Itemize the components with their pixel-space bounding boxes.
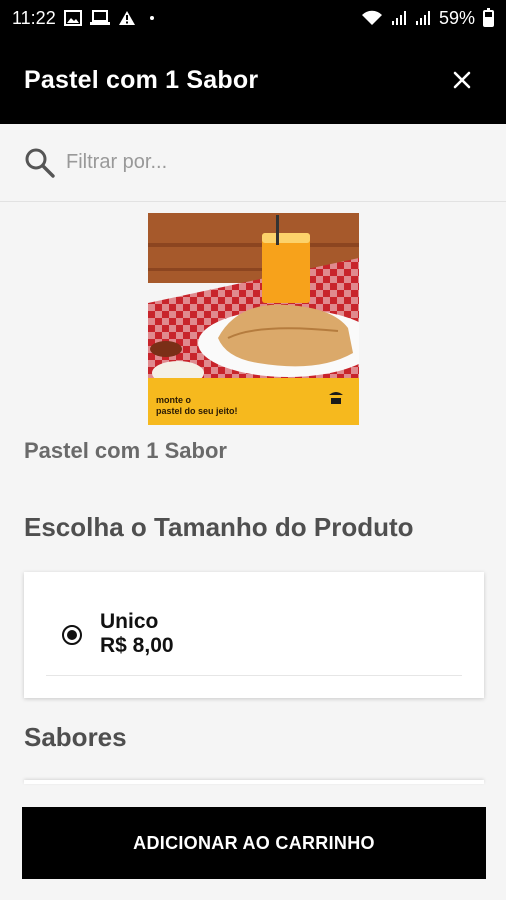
status-left: 11:22 (12, 8, 154, 29)
size-option-radio[interactable] (62, 625, 82, 645)
warning-icon (118, 10, 136, 26)
add-to-cart-button[interactable]: ADICIONAR AO CARRINHO (22, 807, 486, 879)
signal-icon (391, 10, 407, 26)
status-time: 11:22 (12, 7, 56, 28)
image-caption-line2: pastel do seu jeito! (156, 406, 238, 416)
notification-dot-icon (149, 16, 154, 20)
size-option-price: R$ 8,00 (100, 634, 174, 657)
battery-icon (483, 7, 494, 27)
size-section-title: Escolha o Tamanho do Produto (24, 512, 414, 542)
image-caption-line1: monte o (156, 395, 191, 405)
image-caption: monte o pastel do seu jeito! (156, 395, 238, 417)
search-input[interactable] (66, 151, 466, 174)
product-image: monte o pastel do seu jeito! (148, 213, 359, 425)
product-name: Pastel com 1 Sabor (24, 438, 227, 463)
size-option-name[interactable]: Unico (100, 610, 158, 634)
close-icon (453, 71, 471, 89)
size-option-card: Unico R$ 8,00 (24, 572, 484, 698)
page-title: Pastel com 1 Sabor (24, 65, 259, 94)
wifi-icon (361, 10, 383, 26)
search-icon (25, 148, 55, 178)
close-button[interactable] (442, 60, 482, 100)
laptop-icon (89, 10, 110, 26)
search-bar (0, 124, 506, 202)
option-divider (46, 675, 462, 676)
status-bar: 11:22 59% (0, 0, 506, 36)
status-right: 59% (361, 7, 494, 29)
app-bar: Pastel com 1 Sabor (0, 36, 506, 124)
image-icon (63, 10, 82, 26)
flavors-section-title: Sabores (24, 722, 127, 752)
signal-icon (415, 10, 431, 26)
battery-percent: 59% (438, 7, 475, 28)
flavors-card (24, 780, 484, 784)
